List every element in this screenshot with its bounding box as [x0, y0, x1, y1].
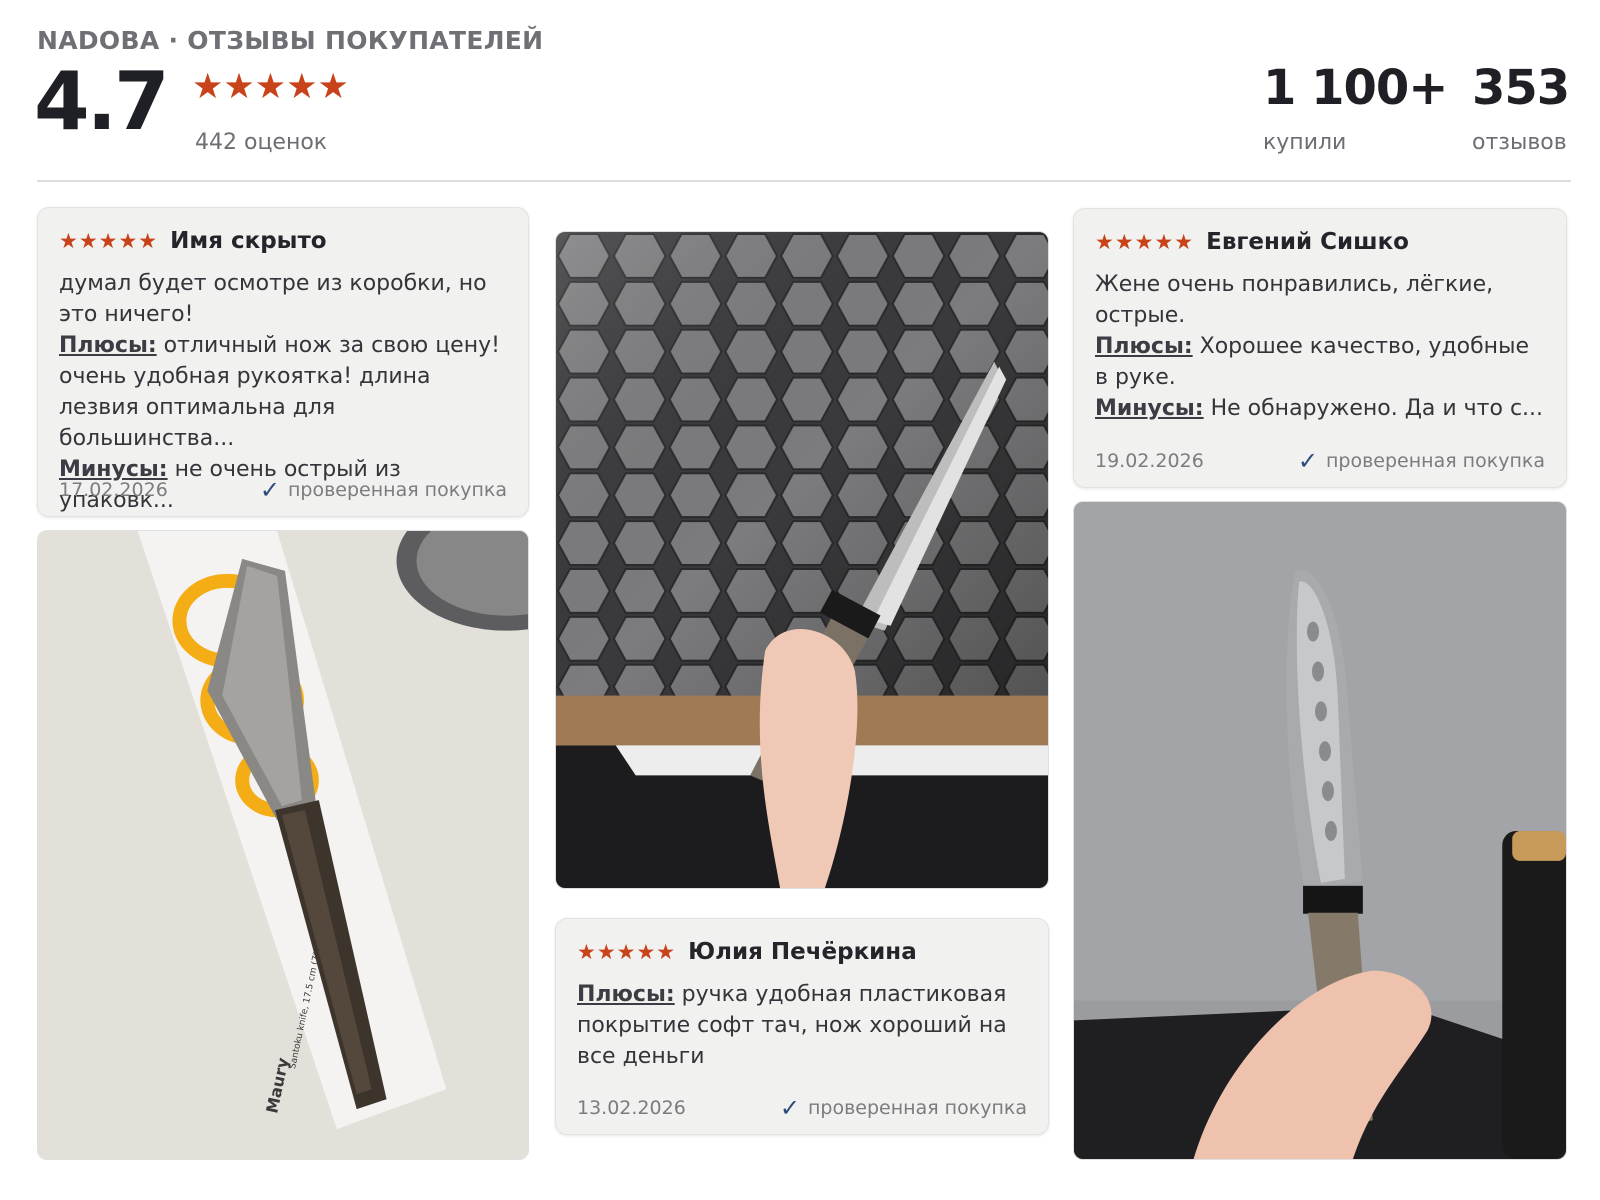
- pros-label: Плюсы:: [59, 333, 157, 358]
- stat-bought: 1 100+ купили: [1263, 60, 1449, 155]
- star-icon: ★★★★★: [59, 228, 159, 253]
- review-header: ★★★★★ Евгений Сишко: [1095, 225, 1546, 259]
- review-photo[interactable]: Maury Santoku knife, 17.5 cm (7"): [37, 530, 529, 1160]
- average-rating: 4.7: [34, 55, 170, 148]
- bought-label: купили: [1263, 130, 1347, 155]
- review-text: Плюсы: ручка удобная пластиковая покрыти…: [577, 979, 1028, 1072]
- pros-label: Плюсы:: [1095, 334, 1193, 359]
- review-card[interactable]: ★★★★★ Имя скрыто думал будет осмотре из …: [37, 207, 529, 517]
- checkmark-icon: ✓: [1297, 447, 1318, 475]
- review-author: Юлия Печёркина: [688, 939, 917, 965]
- stat-reviews[interactable]: 353 отзывов: [1472, 60, 1570, 155]
- verified-label: проверенная покупка: [807, 1097, 1027, 1119]
- bought-count: 1 100+: [1263, 60, 1449, 116]
- review-author: Имя скрыто: [170, 228, 327, 254]
- review-header: ★★★★★ Имя скрыто: [59, 224, 508, 258]
- verified-purchase: ✓ проверенная покупка: [1298, 449, 1545, 473]
- checkmark-icon: ✓: [779, 1094, 800, 1122]
- knife-hand-tiles-photo: [556, 232, 1048, 888]
- review-header: ★★★★★ Юлия Печёркина: [577, 935, 1028, 969]
- verified-label: проверенная покупка: [287, 479, 507, 501]
- review-date: 13.02.2026: [577, 1097, 686, 1119]
- verified-purchase: ✓ проверенная покупка: [260, 478, 507, 502]
- review-comment: думал будет осмотре из коробки, но это н…: [59, 271, 487, 327]
- verified-label: проверенная покупка: [1325, 450, 1545, 472]
- review-date: 17.02.2026: [59, 479, 168, 501]
- rating-stars-icon: ★★★★★: [192, 67, 349, 107]
- reviews-count: 353: [1472, 60, 1570, 116]
- review-text: Жене очень понравились, лёгкие, острые. …: [1095, 269, 1546, 424]
- review-card[interactable]: ★★★★★ Юлия Печёркина Плюсы: ручка удобна…: [555, 918, 1049, 1135]
- reviews-label: отзывов: [1472, 130, 1567, 155]
- review-photo[interactable]: [555, 231, 1049, 889]
- review-author: Евгений Сишко: [1206, 229, 1409, 255]
- review-date: 19.02.2026: [1095, 450, 1204, 472]
- checkmark-icon: ✓: [259, 476, 280, 504]
- review-comment: Жене очень понравились, лёгкие, острые.: [1095, 272, 1494, 328]
- review-photo[interactable]: [1073, 501, 1567, 1160]
- review-footer: 19.02.2026 ✓ проверенная покупка: [1095, 449, 1545, 473]
- verified-purchase: ✓ проверенная покупка: [780, 1096, 1027, 1120]
- star-icon: ★★★★★: [1095, 229, 1195, 254]
- star-icon: ★★★★★: [577, 939, 677, 964]
- cons-label: Минусы:: [1095, 396, 1204, 421]
- santoku-hand-photo: [1074, 502, 1566, 1159]
- knife-box-photo: Maury Santoku knife, 17.5 cm (7"): [38, 531, 528, 1159]
- cons-text: Не обнаружено. Да и что с...: [1203, 396, 1544, 421]
- review-footer: 17.02.2026 ✓ проверенная покупка: [59, 478, 507, 502]
- ratings-count: 442 оценок: [195, 130, 328, 155]
- header-divider: [37, 180, 1571, 182]
- brand-title: NADOBA · ОТЗЫВЫ ПОКУПАТЕЛЕЙ: [37, 26, 544, 55]
- pros-label: Плюсы:: [577, 982, 675, 1007]
- review-card[interactable]: ★★★★★ Евгений Сишко Жене очень понравили…: [1073, 208, 1567, 488]
- review-footer: 13.02.2026 ✓ проверенная покупка: [577, 1096, 1027, 1120]
